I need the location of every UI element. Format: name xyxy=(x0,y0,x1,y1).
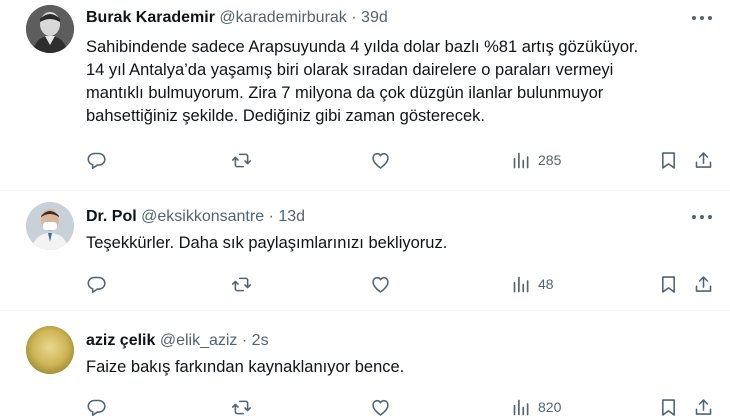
retweet-icon xyxy=(231,153,252,167)
reply-icon xyxy=(87,152,106,169)
author-name[interactable]: Burak Karademir xyxy=(86,9,215,26)
like-button[interactable] xyxy=(370,273,391,295)
retweet-icon xyxy=(231,277,252,291)
retweet-icon xyxy=(231,400,252,414)
blurred-photo-icon xyxy=(26,326,74,374)
more-icon[interactable] xyxy=(688,8,716,28)
author-name[interactable]: aziz çelik xyxy=(86,332,155,349)
doctor-photo-icon xyxy=(26,202,74,250)
tweet-text: Faize bakış farkından kaynaklanıyor benc… xyxy=(86,356,716,379)
tweet-header: Dr. Pol @eksikkonsantre · 13d xyxy=(86,207,305,227)
reply-icon xyxy=(87,399,106,416)
tweet-text-line: bahsettiğiniz şekilde. Dediğiniz gibi za… xyxy=(86,107,485,125)
author-name[interactable]: Dr. Pol xyxy=(86,208,137,225)
bookmark-icon xyxy=(662,275,675,293)
views-button[interactable]: 285 xyxy=(511,149,561,171)
views-button[interactable]: 48 xyxy=(511,273,554,295)
tweet-time[interactable]: 13d xyxy=(278,208,305,225)
tweet-text: Teşekkürler. Daha sık paylaşımlarınızı b… xyxy=(86,232,716,255)
share-icon xyxy=(695,398,712,415)
tweet-karademirburak[interactable]: Burak Karademir @karademirburak · 39d Sa… xyxy=(0,0,730,190)
tweet-text-line: Sahibindende sadece Arapsuyunda 4 yılda … xyxy=(86,38,639,56)
tweet-header: aziz çelik @elik_aziz · 2s xyxy=(86,331,269,351)
views-count: 285 xyxy=(538,152,562,168)
bookmark-button[interactable] xyxy=(658,149,679,171)
tweet-text: Sahibindende sadece Arapsuyunda 4 yılda … xyxy=(86,36,716,128)
tweet-header: Burak Karademir @karademirburak · 39d xyxy=(86,8,388,28)
separator-dot: · xyxy=(268,208,274,225)
tweet-actions: 48 xyxy=(86,273,716,295)
separator-dot: · xyxy=(241,332,248,349)
reply-button[interactable] xyxy=(86,149,107,171)
tweet-time[interactable]: 2s xyxy=(252,332,269,349)
avatar[interactable] xyxy=(26,202,74,250)
person-photo-icon xyxy=(26,5,74,53)
share-button[interactable] xyxy=(693,273,714,295)
bookmark-button[interactable] xyxy=(658,396,679,418)
retweet-button[interactable] xyxy=(231,273,252,295)
retweet-button[interactable] xyxy=(231,396,252,418)
like-button[interactable] xyxy=(370,149,391,171)
views-icon xyxy=(513,276,529,292)
reply-feed: Burak Karademir @karademirburak · 39d Sa… xyxy=(0,0,730,420)
views-button[interactable]: 820 xyxy=(511,396,561,418)
separator-dot: · xyxy=(351,9,357,26)
avatar[interactable] xyxy=(26,326,74,374)
retweet-button[interactable] xyxy=(231,149,252,171)
author-handle[interactable]: @eksikkonsantre xyxy=(141,208,264,225)
tweet-eksikkonsantre[interactable]: Dr. Pol @eksikkonsantre · 13d Teşekkürle… xyxy=(0,191,730,310)
bookmark-icon xyxy=(662,398,675,416)
tweet-actions: 820 xyxy=(86,396,716,418)
bookmark-button[interactable] xyxy=(658,273,679,295)
tweet-text-line: mantıklı bulmuyorum. Zira 7 milyona da ç… xyxy=(86,84,604,102)
share-button[interactable] xyxy=(693,396,714,418)
tweet-text-line: 14 yıl Antalya’da yaşamış biri olarak sı… xyxy=(86,61,614,79)
tweet-text-line: Teşekkürler. Daha sık paylaşımlarınızı b… xyxy=(86,234,448,252)
avatar[interactable] xyxy=(26,5,74,53)
share-icon xyxy=(695,151,712,168)
share-button[interactable] xyxy=(693,149,714,171)
like-button[interactable] xyxy=(370,396,391,418)
author-handle[interactable]: @karademirburak xyxy=(219,9,346,26)
reply-icon xyxy=(87,276,106,293)
tweet-elik-aziz[interactable]: aziz çelik @elik_aziz · 2s Faize bakış f… xyxy=(0,311,730,420)
views-count: 820 xyxy=(538,399,562,415)
views-count: 48 xyxy=(538,276,554,292)
views-icon xyxy=(513,399,529,415)
reply-button[interactable] xyxy=(86,396,107,418)
bookmark-icon xyxy=(662,151,675,169)
like-icon xyxy=(372,152,389,169)
more-icon[interactable] xyxy=(688,207,716,227)
views-icon xyxy=(513,152,529,168)
like-icon xyxy=(372,276,389,293)
share-icon xyxy=(695,275,712,292)
reply-button[interactable] xyxy=(86,273,107,295)
tweet-text-line: Faize bakış farkından kaynaklanıyor benc… xyxy=(86,358,405,376)
author-handle[interactable]: @elik_aziz xyxy=(160,332,238,349)
like-icon xyxy=(372,399,389,416)
tweet-time[interactable]: 39d xyxy=(361,9,388,26)
tweet-actions: 285 xyxy=(86,149,716,171)
